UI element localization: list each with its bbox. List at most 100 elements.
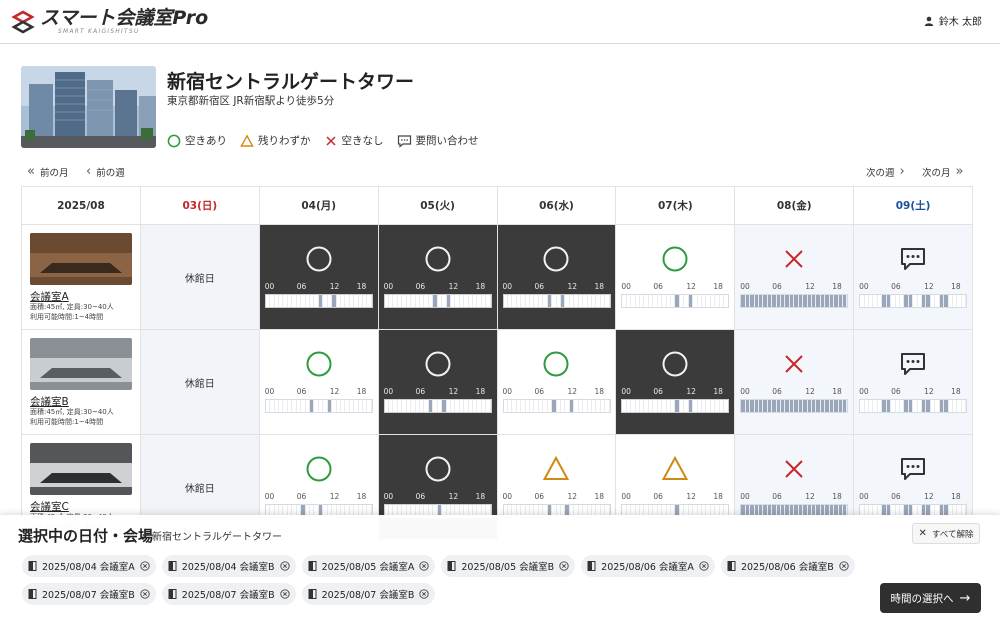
- selected-chip: 2025/08/05 会議室B: [441, 555, 576, 577]
- hour-tick: 12: [448, 387, 459, 396]
- availability-cell[interactable]: 00 06 12 18: [259, 330, 379, 435]
- hour-tick: 18: [951, 492, 961, 501]
- availability-cell[interactable]: 00 06 12 18: [854, 225, 973, 330]
- circle-icon: [425, 456, 451, 482]
- next-week-link[interactable]: 次の週 ›: [866, 164, 905, 179]
- selected-chip: 2025/08/04 会議室B: [161, 555, 296, 577]
- availability-cell[interactable]: 00 06 12 18: [497, 330, 617, 435]
- user-icon: [924, 16, 934, 26]
- clear-all-button[interactable]: ✕ すべて解除: [912, 523, 980, 544]
- selected-chips: 2025/08/04 会議室A 2025/08/04 会議室B 2025/08/05…: [22, 555, 862, 611]
- circle-icon: [425, 351, 451, 377]
- chip-label: 2025/08/06 会議室A: [601, 562, 694, 573]
- next-month-link[interactable]: 次の月 »: [922, 164, 963, 179]
- hour-tick: 18: [356, 282, 367, 291]
- day-header: 09(土): [854, 187, 973, 225]
- cross-icon: [785, 250, 803, 268]
- circle-icon: [306, 351, 332, 377]
- availability-cell[interactable]: 00 06 12 18: [497, 225, 617, 330]
- timeline-bar: [264, 399, 373, 413]
- hour-tick: 06: [534, 282, 545, 291]
- hour-tick: 12: [686, 492, 696, 501]
- hour-tick: 18: [475, 282, 486, 291]
- remove-chip-icon[interactable]: [419, 561, 430, 571]
- hour-tick: 06: [296, 492, 307, 501]
- remove-chip-icon[interactable]: [140, 561, 150, 571]
- hour-tick: 00: [859, 282, 869, 291]
- hour-tick: 18: [951, 282, 961, 291]
- hour-tick: 12: [686, 387, 696, 396]
- chip-label: 2025/08/07 会議室B: [181, 590, 275, 601]
- triangle-icon: [543, 455, 570, 480]
- room-photo: [30, 443, 132, 495]
- availability-cell[interactable]: 00 06 12 18: [616, 330, 736, 435]
- chip-label: 2025/08/05 会議室A: [321, 562, 415, 573]
- hour-tick: 00: [383, 282, 394, 291]
- chip-label: 2025/08/04 会議室A: [42, 562, 135, 573]
- next-button-label: 時間の選択へ: [890, 592, 954, 605]
- room-photo: [30, 233, 132, 285]
- hour-tick: 06: [653, 282, 663, 291]
- hour-tick: 06: [772, 492, 782, 501]
- remove-chip-icon[interactable]: [419, 589, 430, 599]
- selected-chip: 2025/08/05 会議室A: [301, 555, 436, 577]
- hour-tick: 00: [621, 387, 631, 396]
- remove-chip-icon[interactable]: [279, 589, 290, 599]
- door-icon: [168, 561, 177, 571]
- hour-tick: 12: [329, 282, 340, 291]
- hour-tick: 18: [356, 492, 367, 501]
- timeline-bar: [621, 399, 730, 413]
- hour-tick: 12: [805, 492, 815, 501]
- chat-icon: [901, 353, 926, 375]
- app-logo[interactable]: スマート会議室Pro SMART KAIGISHITSU: [10, 4, 208, 40]
- hour-tick: 00: [383, 492, 394, 501]
- availability-cell: 00 06 12 18: [735, 330, 855, 435]
- availability-cell[interactable]: 00 06 12 18: [616, 225, 736, 330]
- remove-chip-icon[interactable]: [699, 561, 709, 571]
- timeline-slot: [367, 295, 372, 307]
- hour-tick: 18: [832, 387, 842, 396]
- timeline-bar: [740, 399, 849, 413]
- prev-week-label: 前の週: [96, 167, 125, 179]
- availability-cell[interactable]: 00 06 12 18: [378, 330, 498, 435]
- legend-available: 空きあり: [167, 133, 227, 148]
- selected-chip: 2025/08/07 会議室B: [301, 583, 436, 605]
- go-to-time-selection-button[interactable]: 時間の選択へ →: [880, 583, 981, 613]
- remove-chip-icon[interactable]: [279, 561, 290, 571]
- timeline-bar: [264, 294, 373, 308]
- timeline-bar: [502, 294, 611, 308]
- room-usage-time: 利用可能時間:1~4時間: [30, 418, 104, 426]
- availability-cell[interactable]: 00 06 12 18: [854, 330, 973, 435]
- hour-tick: 06: [772, 282, 782, 291]
- user-menu[interactable]: 鈴木 太郎: [924, 13, 982, 28]
- room-capacity: 面積:45㎡, 定員:30~40人: [30, 303, 114, 311]
- availability-cell[interactable]: 00 06 12 18: [259, 225, 379, 330]
- venue-name: 新宿セントラルゲートタワー: [167, 71, 415, 93]
- hour-tick: 12: [448, 492, 459, 501]
- chat-icon: [901, 248, 926, 270]
- legend-few: 残りわずか: [240, 133, 311, 148]
- room-row: 会議室B 面積:45㎡, 定員:30~40人 利用可能時間:1~4時間 休館日 00 06…: [22, 330, 973, 435]
- timeline-slot: [486, 400, 491, 412]
- remove-chip-icon[interactable]: [839, 561, 849, 571]
- availability-cell[interactable]: 00 06 12 18: [378, 225, 498, 330]
- prev-month-link[interactable]: « 前の月: [27, 164, 68, 179]
- remove-chip-icon[interactable]: [559, 561, 569, 571]
- prev-month-label: 前の月: [39, 167, 69, 179]
- legend-inquiry: 要問い合わせ: [397, 133, 479, 148]
- prev-week-link[interactable]: ‹ 前の週: [86, 164, 125, 179]
- hour-tick: 06: [415, 387, 426, 396]
- timeline-bar: [502, 399, 611, 413]
- hour-tick: 00: [264, 492, 275, 501]
- hour-tick: 06: [772, 387, 782, 396]
- remove-chip-icon[interactable]: [140, 589, 150, 599]
- timeline-slot: [842, 295, 848, 307]
- timeline-slot: [605, 295, 610, 307]
- hour-tick: 06: [296, 282, 307, 291]
- hour-tick: 12: [686, 282, 696, 291]
- next-week-label: 次の週: [866, 167, 895, 179]
- hour-tick: 12: [567, 387, 578, 396]
- hour-tick: 12: [448, 282, 459, 291]
- selected-chip: 2025/08/06 会議室B: [720, 555, 855, 577]
- legend-label: 空きなし: [341, 135, 384, 147]
